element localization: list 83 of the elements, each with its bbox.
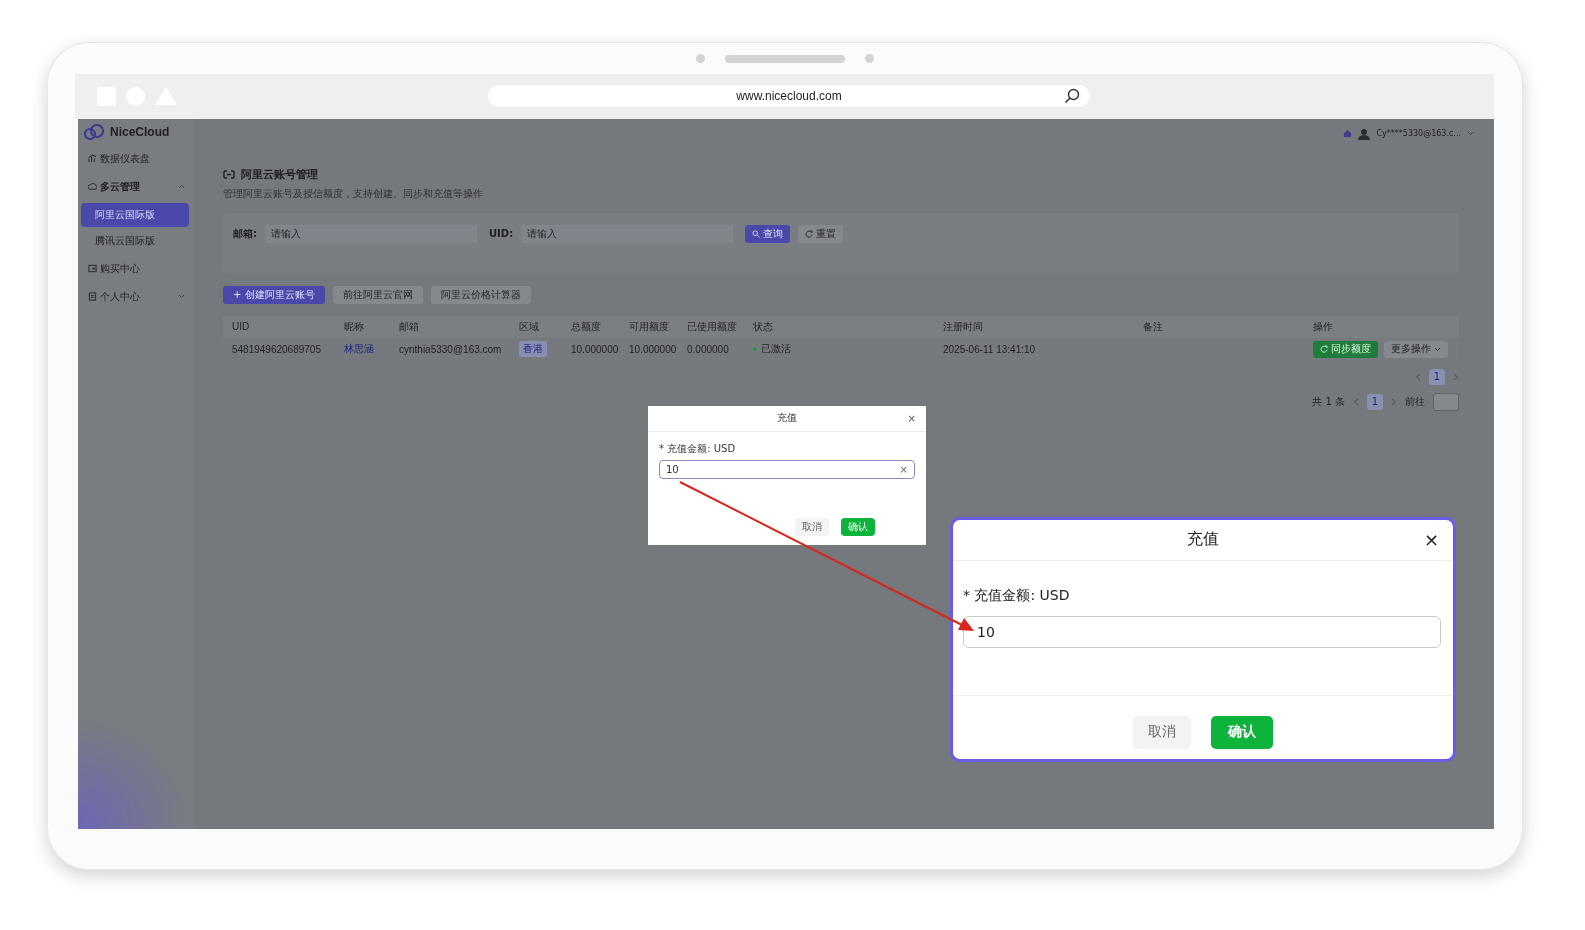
home-icon[interactable] (1343, 129, 1353, 139)
table-cell-text: 10.000000 (571, 343, 620, 355)
table-cell-text: 5481949620689705 (232, 343, 322, 355)
sidebar-item[interactable]: 数据仪表盘 (81, 144, 193, 173)
cancel-button[interactable]: 取消 (795, 517, 829, 536)
column-header: 注册时间 (943, 319, 984, 334)
table-cell-text: cynthia5330@163.com (399, 343, 503, 355)
user-avatar-icon[interactable] (1358, 127, 1371, 140)
address-bar[interactable]: www.nicecloud.com (488, 85, 1090, 108)
column-header: 已使用额度 (687, 319, 738, 334)
column-header: 邮箱 (399, 319, 420, 334)
previous-page-icon[interactable] (1353, 397, 1359, 406)
column-header: 备注 (1143, 319, 1164, 334)
user-email[interactable]: Cy****5330@163.c... (1376, 129, 1461, 139)
column-header: 状态 (753, 319, 774, 334)
table-cell-text: 2025-06-11 13:41:10 (943, 343, 1037, 355)
camera-dot (695, 54, 705, 64)
cloud-logo-icon (84, 123, 106, 140)
search-icon (752, 229, 761, 238)
action-button[interactable]: 前往阿里云官网 (332, 285, 423, 304)
sidebar-subitem[interactable]: 阿里云国际版 (81, 202, 189, 227)
next-page-icon[interactable] (1453, 372, 1459, 381)
action-button[interactable]: 阿里云价格计算器 (430, 285, 531, 304)
clear-button[interactable]: × (899, 463, 908, 475)
more-button[interactable]: 更多操作 (1384, 340, 1448, 358)
amount-label: * 充值金额: USD (963, 586, 1071, 605)
nickname-link[interactable]: 林思涵 (344, 342, 399, 357)
table-cell-text: 0.000000 (687, 343, 730, 355)
link-icon (223, 169, 235, 179)
dialog-title: 充值 (1187, 529, 1219, 551)
url-text: www.nicecloud.com (736, 89, 842, 104)
amount-field[interactable]: 10 × (659, 459, 915, 479)
status-text: 已激活 (761, 342, 791, 357)
column-header: 区域 (519, 319, 540, 334)
sidebar-item[interactable]: 个人中心 (81, 282, 193, 311)
chart-icon (88, 154, 97, 164)
sidebar-item[interactable]: 多云管理 (81, 172, 193, 201)
chevron-icon (178, 294, 185, 300)
filter-field[interactable]: 请输入 (521, 224, 734, 243)
close-button[interactable]: × (1423, 529, 1439, 551)
chevron-icon (178, 184, 185, 190)
close-button[interactable]: × (907, 412, 916, 424)
refresh-icon (1320, 345, 1328, 354)
reset-button[interactable]: 重置 (798, 224, 844, 243)
page-number[interactable]: 1 (1367, 393, 1383, 410)
filter-field[interactable]: 请输入 (265, 224, 477, 243)
cancel-button[interactable]: 取消 (1133, 715, 1191, 749)
page-number[interactable]: 1 (1429, 368, 1445, 385)
sidebar-item[interactable]: 购买中心 (81, 254, 193, 283)
confirm-button[interactable]: 确认 (841, 517, 875, 536)
column-header: 昵称 (344, 319, 365, 334)
search-button[interactable]: 查询 (745, 224, 791, 243)
column-header: UID (232, 321, 251, 333)
next-page-icon[interactable] (1391, 397, 1397, 406)
region-tag: 香港 (519, 341, 547, 358)
filter-label: UID: (489, 226, 514, 241)
column-header: 可用额度 (629, 319, 670, 334)
cloud-icon (88, 182, 97, 192)
sensor-dot (864, 54, 874, 64)
document-icon (88, 292, 97, 302)
confirm-button[interactable]: 确认 (1211, 715, 1273, 749)
page-jump-field[interactable] (1433, 392, 1459, 411)
chevron-icon[interactable] (1467, 131, 1474, 137)
sidebar-subitem[interactable]: 腾讯云国际版 (81, 228, 189, 253)
search-icon[interactable] (1064, 88, 1080, 105)
wallet-icon (88, 264, 97, 274)
action-button[interactable]: + 创建阿里云账号 (223, 285, 325, 304)
brand-name: NiceCloud (110, 124, 170, 139)
amount-field[interactable]: 10 (963, 615, 1441, 648)
sync-button[interactable]: 同步额度 (1313, 340, 1378, 358)
total-count: 共 1 条 (1312, 394, 1345, 409)
column-header: 操作 (1313, 319, 1334, 334)
caret-icon (1434, 346, 1441, 352)
table-cell-text: 10.000000 (629, 343, 678, 355)
status-dot (753, 347, 757, 352)
previous-page-icon[interactable] (1415, 372, 1421, 381)
dialog-title: 充值 (777, 411, 797, 426)
goto-label: 前往 (1405, 394, 1425, 409)
amount-label: * 充值金额: USD (659, 441, 737, 456)
page-title: 阿里云账号管理 (241, 166, 318, 182)
filter-label: 邮箱: (233, 226, 257, 241)
refresh-icon (805, 229, 814, 238)
column-header: 总额度 (571, 319, 602, 334)
